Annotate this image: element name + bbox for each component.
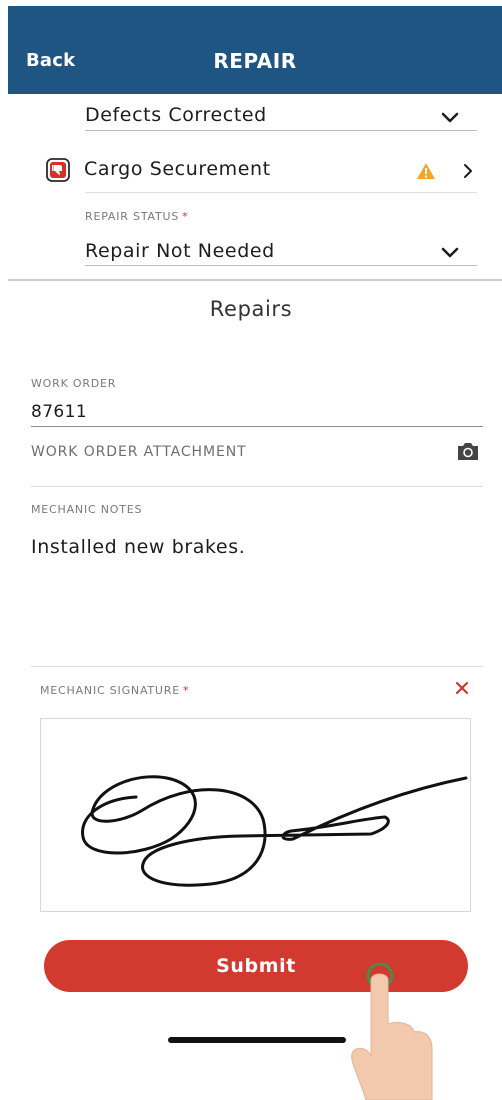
divider [31, 666, 483, 667]
required-marker: * [182, 210, 189, 223]
repair-status-label: REPAIR STATUS * [85, 210, 188, 223]
defect-status-select[interactable]: Defects Corrected [85, 104, 267, 126]
divider [85, 265, 477, 266]
repair-status-label-text: REPAIR STATUS [85, 210, 180, 223]
chevron-down-icon[interactable] [440, 111, 460, 125]
work-order-label: WORK ORDER [31, 377, 117, 390]
chevron-down-icon[interactable] [440, 246, 460, 260]
tap-hand-icon [351, 962, 433, 1100]
close-icon[interactable] [454, 680, 470, 696]
defect-item-cargo-securement[interactable]: Cargo Securement [44, 150, 484, 190]
mechanic-notes-input[interactable]: Installed new brakes. [31, 536, 245, 558]
work-order-attachment-label: WORK ORDER ATTACHMENT [31, 444, 247, 460]
mechanic-signature-label: MECHANIC SIGNATURE * [40, 684, 189, 697]
home-indicator [168, 1037, 346, 1043]
app-header: Back REPAIR [8, 6, 502, 94]
repair-status-select[interactable]: Repair Not Needed [85, 240, 275, 262]
section-divider [8, 279, 502, 281]
divider [31, 486, 483, 487]
warning-icon [417, 163, 435, 179]
signature-pad[interactable] [40, 718, 471, 912]
divider [85, 130, 477, 131]
mechanic-signature-label-text: MECHANIC SIGNATURE [40, 684, 180, 697]
repairs-section-title: Repairs [209, 297, 293, 321]
required-marker: * [182, 684, 190, 697]
mechanic-notes-label: MECHANIC NOTES [31, 503, 143, 516]
page-title: REPAIR [213, 49, 297, 73]
signature-drawing [81, 775, 468, 887]
camera-icon[interactable] [456, 440, 480, 462]
chevron-right-icon [464, 164, 472, 178]
defect-item-label: Cargo Securement [84, 158, 271, 180]
thumbs-down-icon [46, 158, 70, 182]
divider [85, 192, 477, 193]
divider [31, 426, 483, 427]
work-order-input[interactable]: 87611 [31, 402, 87, 422]
